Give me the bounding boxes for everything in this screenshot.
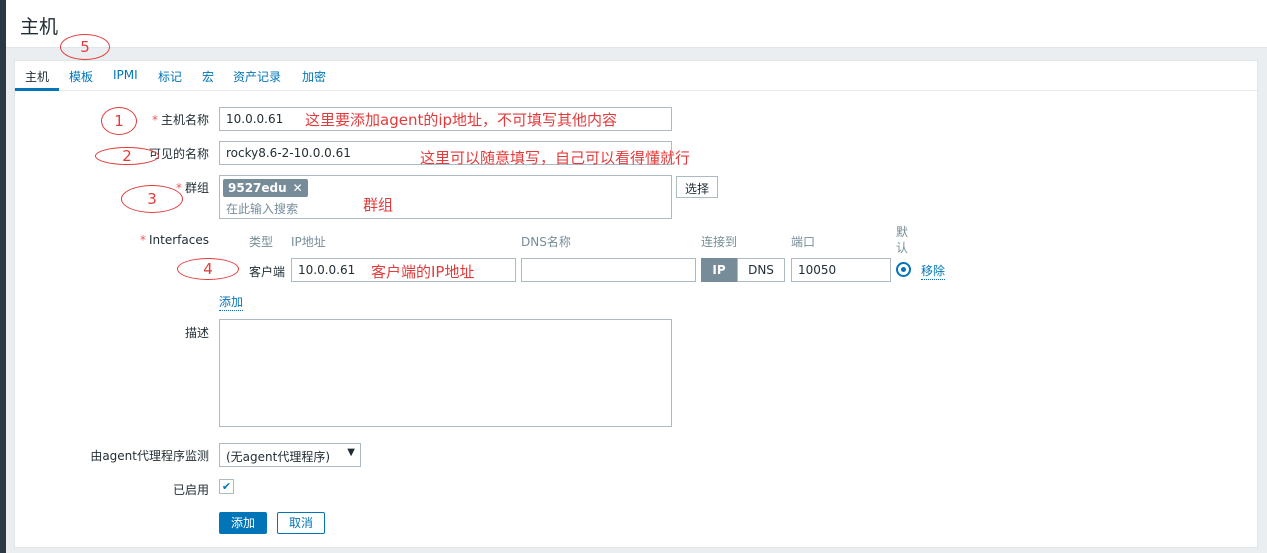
annotation-host-name: 这里要添加agent的ip地址，不可填写其他内容 — [305, 111, 618, 129]
host-name-label: * 主机名称 — [151, 113, 209, 127]
remove-tag-icon[interactable]: ✕ — [293, 181, 303, 195]
annotation-circle-4: 4 — [177, 258, 239, 280]
tab-bar: 主机 模板 IPMI 标记 宏 资产记录 加密 — [15, 61, 1257, 91]
connect-ip-button[interactable]: IP — [701, 258, 737, 282]
interface-type: 客户端 — [249, 265, 286, 279]
default-interface-radio[interactable] — [896, 262, 911, 277]
tab-macros[interactable]: 宏 — [202, 68, 214, 85]
check-icon: ✔ — [221, 480, 232, 493]
col-type: 类型 — [249, 235, 274, 249]
remove-interface-link[interactable]: 移除 — [921, 262, 946, 280]
description-textarea[interactable] — [219, 319, 672, 427]
add-host-button[interactable]: 添加 — [219, 512, 267, 534]
select-group-button[interactable]: 选择 — [676, 176, 719, 198]
col-connect: 连接到 — [701, 235, 738, 249]
tab-inventory[interactable]: 资产记录 — [233, 68, 281, 85]
annotation-circle-3: 3 — [121, 185, 183, 213]
enabled-label: 已启用 — [172, 483, 209, 497]
connect-dns-button[interactable]: DNS — [737, 258, 785, 282]
interfaces-label: * Interfaces — [140, 233, 209, 247]
proxy-label: 由agent代理程序监测 — [90, 449, 209, 463]
tab-encryption[interactable]: 加密 — [302, 68, 326, 85]
top-header: 主机 — [6, 0, 1267, 48]
active-tab-indicator — [15, 88, 59, 91]
annotation-circle-5: 5 — [60, 34, 110, 60]
tab-templates[interactable]: 模板 — [69, 68, 93, 85]
col-default: 默认 — [896, 225, 909, 255]
page-title: 主机 — [20, 16, 59, 38]
annotation-groups: 群组 — [363, 196, 394, 214]
enabled-checkbox[interactable]: ✔ — [219, 479, 234, 494]
chevron-down-icon: ▼ — [347, 447, 355, 458]
host-form-card: 主机 模板 IPMI 标记 宏 资产记录 加密 * 主机名称 10.0.0.61 … — [14, 60, 1258, 548]
annotation-ip: 客户端的IP地址 — [371, 263, 475, 281]
col-port: 端口 — [791, 235, 816, 249]
annotation-circle-2: 2 — [95, 147, 159, 165]
col-dns: DNS名称 — [521, 235, 571, 249]
annotation-circle-1: 1 — [101, 107, 137, 135]
group-tag[interactable]: 9527edu ✕ — [223, 179, 308, 197]
annotation-number: 5 — [80, 38, 90, 56]
left-sidebar-strip — [0, 0, 6, 553]
cancel-button[interactable]: 取消 — [277, 512, 325, 534]
groups-search-placeholder[interactable]: 在此输入搜索 — [226, 200, 298, 217]
col-ip: IP地址 — [291, 235, 326, 249]
interface-dns-input[interactable] — [521, 258, 696, 282]
groups-multiselect[interactable]: 9527edu ✕ 在此输入搜索 — [219, 175, 672, 219]
tab-tags[interactable]: 标记 — [158, 68, 182, 85]
add-interface-link[interactable]: 添加 — [219, 293, 244, 311]
interface-port-input[interactable]: 10050 — [791, 258, 891, 282]
tab-host[interactable]: 主机 — [25, 68, 49, 85]
description-label: 描述 — [184, 326, 209, 340]
proxy-select[interactable]: (无agent代理程序) ▼ — [219, 443, 361, 467]
tab-ipmi[interactable]: IPMI — [113, 68, 138, 82]
annotation-visible-name: 这里可以随意填写，自己可以看得懂就行 — [420, 149, 691, 167]
